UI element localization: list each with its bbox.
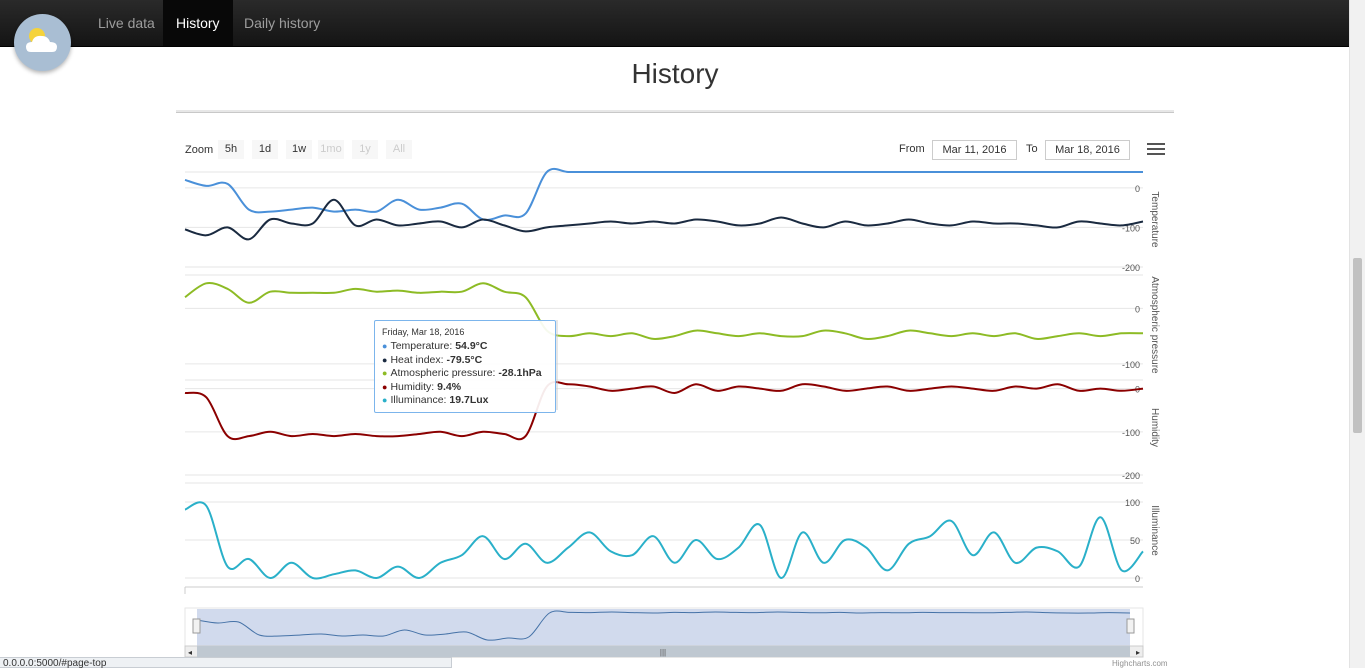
- tooltip-row: ● Atmospheric pressure: -28.1hPa: [382, 367, 555, 381]
- tooltip-label: Atmospheric pressure:: [390, 367, 499, 380]
- y-axis-title: Temperature: [1149, 191, 1160, 248]
- series-marker-icon: ●: [382, 381, 388, 392]
- tooltip-value: 54.9°C: [455, 340, 488, 352]
- tooltip-label: Temperature:: [390, 340, 456, 352]
- tooltip-value: -79.5°C: [446, 353, 483, 366]
- series-marker-icon: ●: [382, 354, 388, 365]
- y-tick-label: -200: [1122, 471, 1140, 481]
- navigator-handle-left: [192, 618, 201, 634]
- series-marker-icon: ●: [382, 368, 388, 379]
- series-line: [184, 198, 1144, 241]
- y-axis-title: Illuminance: [1149, 505, 1160, 556]
- scroll-left-icon: ◂: [188, 648, 192, 657]
- scroll-right-icon: ▸: [1136, 648, 1140, 657]
- tooltip-row: ● Illuminance: 19.7Lux: [382, 394, 555, 408]
- series-marker-icon: ●: [382, 341, 388, 351]
- y-tick-label: 50: [1130, 536, 1140, 546]
- tooltip-value: 9.4%: [437, 380, 462, 393]
- tooltip-value: -28.1hPa: [498, 367, 542, 380]
- y-tick-label: -100: [1122, 428, 1140, 438]
- tooltip-label: Illuminance:: [390, 394, 450, 407]
- series-line: [184, 282, 1144, 340]
- navigator-selection: [197, 609, 1130, 646]
- y-tick-label: 100: [1125, 498, 1140, 508]
- y-tick-label: 0: [1135, 304, 1140, 314]
- navigator-handle-right: [1126, 618, 1135, 634]
- tooltip-date: Friday, Mar 18, 2016: [382, 327, 465, 337]
- tooltip-label: Humidity:: [390, 380, 438, 393]
- tooltip-label: Heat index:: [390, 353, 447, 366]
- series-line: [184, 167, 1143, 221]
- y-axis-title: Atmospheric pressure: [1149, 276, 1160, 374]
- scroll-grip-icon: |||: [660, 648, 666, 657]
- weather-logo-icon[interactable]: [14, 14, 71, 71]
- y-tick-label: 0: [1135, 184, 1140, 194]
- y-axis-title: Humidity: [1149, 408, 1160, 447]
- y-tick-label: -200: [1122, 263, 1140, 273]
- history-chart: 0 -100 -200 Temperature 0 -100 Atmospheric pre…: [184, 167, 1160, 658]
- tooltip-value: 19.7Lux: [449, 394, 489, 407]
- chart-tooltip: Friday, Mar 18, 2016 ● Temperature: 54.9°…: [374, 320, 556, 413]
- tooltip-row: ● Temperature: 54.9°C: [382, 340, 555, 354]
- tooltip-row: ● Heat index: -79.5°C: [382, 354, 555, 368]
- series-line: [184, 380, 1144, 441]
- y-tick-label: 0: [1135, 574, 1140, 584]
- highcharts-credits[interactable]: Highcharts.com: [1112, 659, 1168, 668]
- tooltip-row: ● Humidity: 9.4%: [382, 381, 555, 395]
- browser-status-bar: 0.0.0.0:5000/#page-top: [0, 657, 452, 669]
- series-marker-icon: ●: [382, 395, 388, 406]
- y-tick-label: -100: [1122, 360, 1140, 370]
